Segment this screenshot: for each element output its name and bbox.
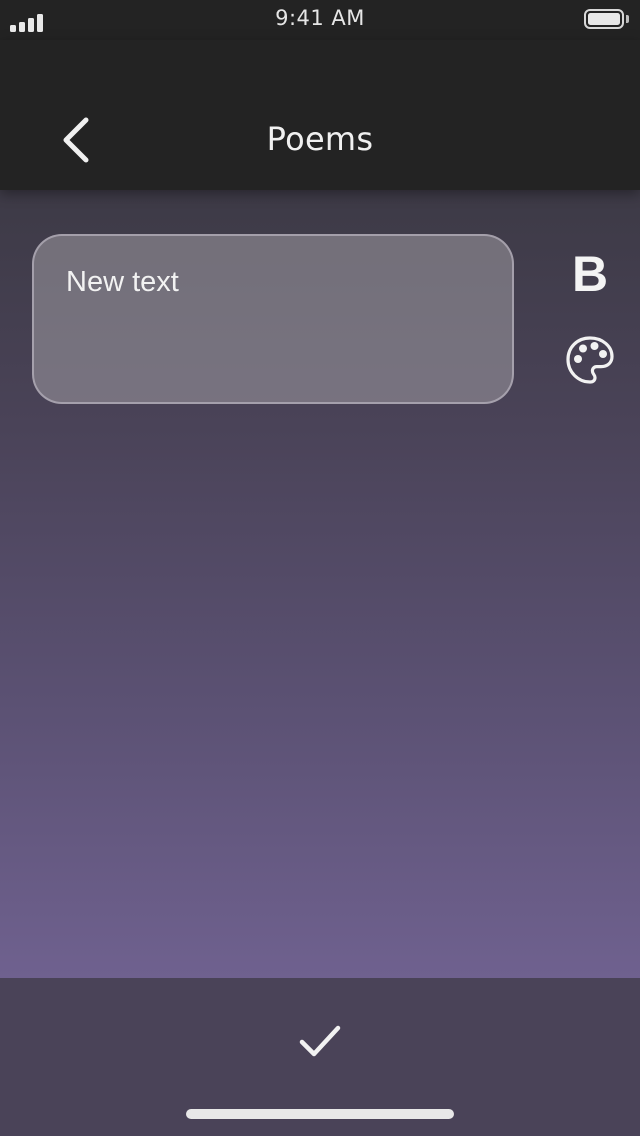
home-indicator[interactable] [186, 1109, 454, 1119]
editor-canvas: New text B [0, 190, 640, 978]
status-time: 9:41 AM [275, 6, 365, 30]
bottom-toolbar [0, 978, 640, 1136]
battery-icon [584, 9, 630, 31]
checkmark-icon [299, 1025, 341, 1057]
text-input-value: New text [66, 266, 179, 298]
bold-format-icon: B [571, 246, 609, 302]
confirm-button[interactable] [290, 1016, 350, 1066]
color-palette-button[interactable] [562, 332, 618, 388]
text-input-box[interactable]: New text [32, 234, 514, 404]
app-screen: 9:41 AM Poems New text B [0, 0, 640, 1136]
color-palette-icon [566, 336, 614, 384]
bold-button[interactable]: B [560, 242, 620, 306]
navigation-bar: Poems [0, 40, 640, 190]
page-title: Poems [266, 120, 374, 158]
status-bar: 9:41 AM [0, 0, 640, 40]
